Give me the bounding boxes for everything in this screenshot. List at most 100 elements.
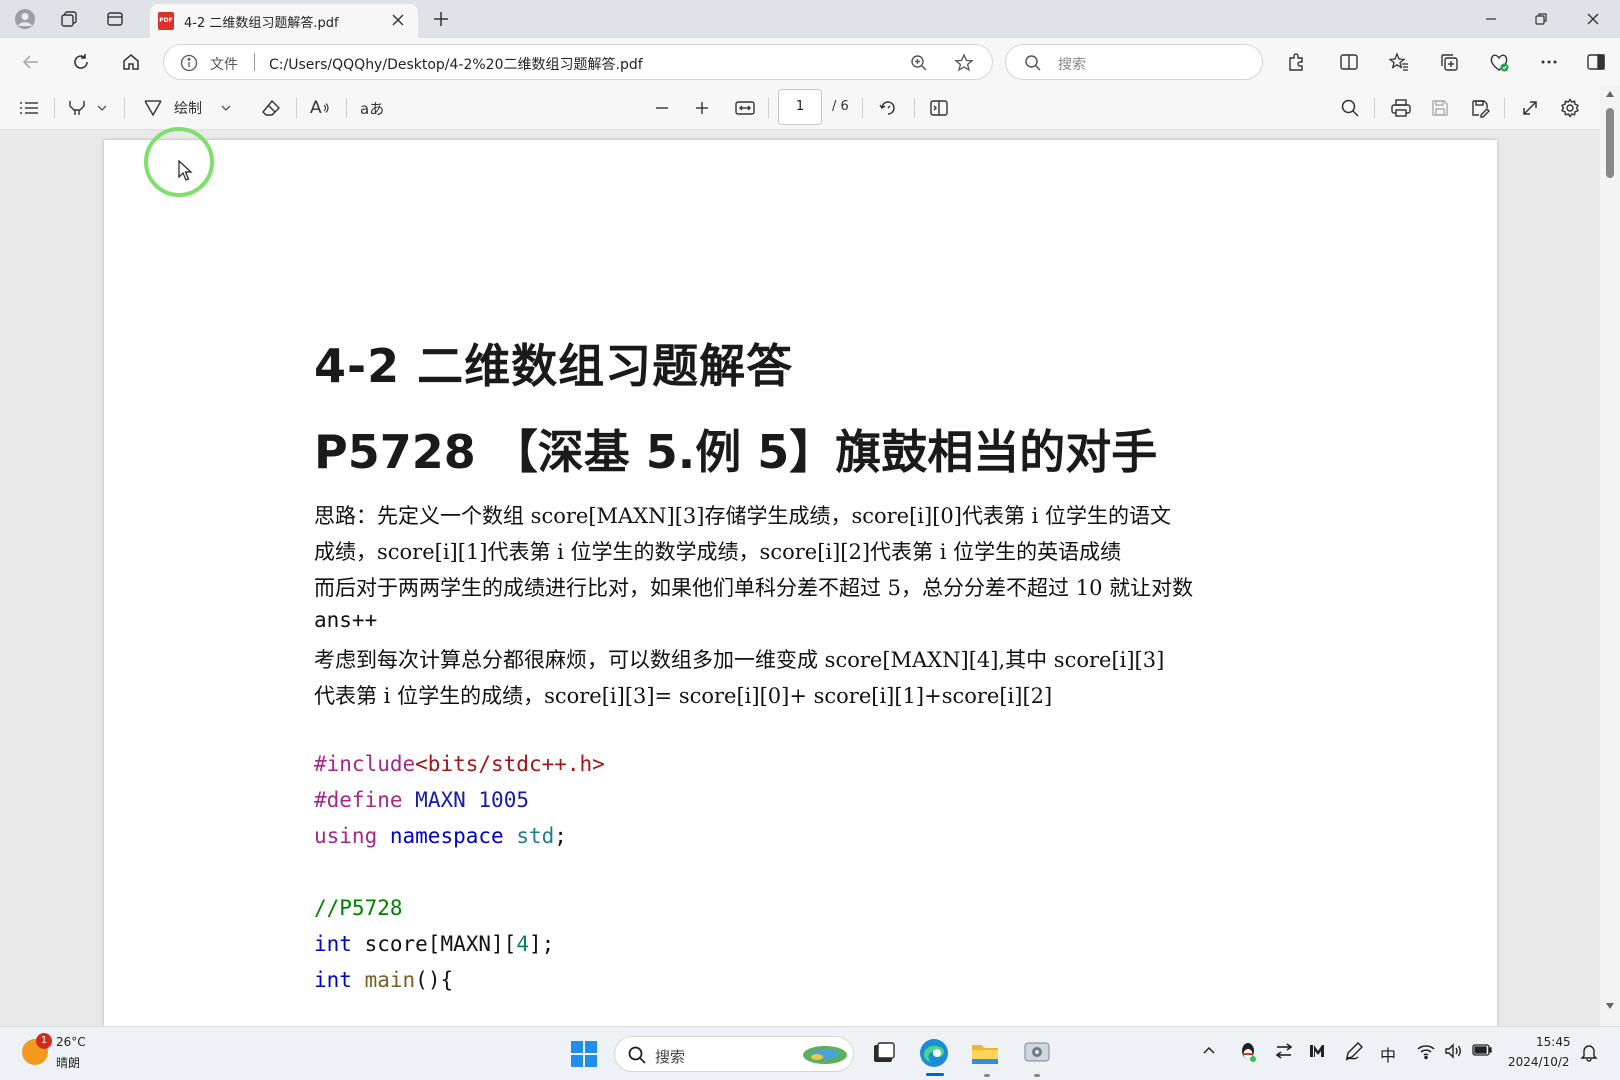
problem-heading: P5728 【深基 5.例 5】旗鼓相当的对手 <box>314 425 1158 479</box>
favorite-star-icon[interactable] <box>954 53 974 73</box>
pen-tray-icon[interactable] <box>1344 1041 1364 1061</box>
code-token: MAXN <box>415 788 466 812</box>
contents-icon[interactable] <box>18 96 40 120</box>
recorder-app-icon[interactable] <box>1022 1039 1052 1067</box>
show-hidden-icons-chevron-icon[interactable] <box>1202 1044 1216 1058</box>
toolbar-divider <box>54 98 55 118</box>
battery-icon[interactable] <box>1472 1043 1492 1057</box>
windows-start-icon[interactable] <box>570 1040 598 1068</box>
tab-title: 4-2 二维数组习题解答.pdf <box>184 16 339 31</box>
back-icon[interactable] <box>18 49 44 75</box>
split-screen-icon[interactable] <box>1336 49 1362 75</box>
page-number-input[interactable]: 1 <box>778 89 822 125</box>
mouse-cursor-icon <box>178 160 194 182</box>
code-line: int main(){ <box>314 968 453 992</box>
qq-tray-icon[interactable] <box>1238 1041 1258 1063</box>
web-search-box[interactable]: 搜索 <box>1005 44 1263 80</box>
close-window-icon[interactable] <box>1580 6 1606 32</box>
tab-actions-icon[interactable] <box>102 6 128 32</box>
task-view-icon[interactable] <box>872 1041 896 1065</box>
code-token: 4 <box>516 932 529 956</box>
zoom-in-icon[interactable] <box>694 96 710 120</box>
document-title: 4-2 二维数组习题解答 <box>314 339 794 393</box>
fullscreen-icon[interactable] <box>1520 96 1540 120</box>
weather-temperature: 26°C <box>56 1035 86 1049</box>
home-icon[interactable] <box>118 49 144 75</box>
notification-bell-icon[interactable] <box>1580 1042 1598 1062</box>
toolbar-divider <box>1374 98 1375 118</box>
highlight-tool[interactable] <box>66 96 108 120</box>
notification-badge: 1 <box>36 1033 52 1049</box>
scroll-down-arrow-icon[interactable] <box>1605 1002 1615 1010</box>
page-view-icon[interactable] <box>928 96 950 120</box>
code-line: using namespace std; <box>314 824 567 848</box>
url-text[interactable]: C:/Users/QQQhy/Desktop/4-2%20二维数组习题解答.pd… <box>269 54 643 74</box>
draw-tool[interactable]: 绘制 <box>142 96 232 120</box>
edge-browser-icon[interactable] <box>918 1037 950 1069</box>
refresh-icon[interactable] <box>68 49 94 75</box>
running-app-indicator <box>1034 1074 1040 1077</box>
url-scheme-label: 文件 <box>210 57 238 73</box>
code-comment: //P5728 <box>314 896 403 920</box>
clock-date[interactable]: 2024/10/2 <box>1508 1055 1570 1069</box>
extensions-icon[interactable] <box>1283 49 1309 75</box>
tab-active-pdf[interactable]: PDF 4-2 二维数组习题解答.pdf <box>150 4 418 38</box>
restore-icon[interactable] <box>1528 6 1554 32</box>
code-token: ]; <box>528 932 555 956</box>
chevron-down-icon <box>97 105 107 111</box>
rotate-icon[interactable] <box>878 96 898 120</box>
profile-icon[interactable] <box>12 6 38 32</box>
paragraph-line: 考虑到每次计算总分都很麻烦，可以数组多加一维变成 score[MAXN][4],… <box>314 648 1165 672</box>
search-icon <box>1024 54 1042 72</box>
volume-icon[interactable] <box>1444 1042 1464 1060</box>
network-adapter-tray-icon[interactable] <box>1274 1041 1294 1061</box>
search-icon <box>627 1045 647 1065</box>
pdf-viewer[interactable]: 4-2 二维数组习题解答 P5728 【深基 5.例 5】旗鼓相当的对手 思路：… <box>0 130 1620 1026</box>
scrollbar-thumb[interactable] <box>1606 108 1614 178</box>
workspaces-icon[interactable] <box>56 6 82 32</box>
translate-button[interactable]: aあ <box>360 96 384 120</box>
close-tab-icon[interactable] <box>388 10 408 30</box>
zoom-icon[interactable] <box>910 54 928 72</box>
zoom-out-icon[interactable] <box>654 96 670 120</box>
paragraph-line: 思路：先定义一个数组 score[MAXN][3]存储学生成绩，score[i]… <box>314 504 1172 528</box>
search-highlight-image-icon <box>801 1043 849 1067</box>
code-token: 1005 <box>478 788 529 812</box>
new-tab-icon[interactable] <box>428 6 454 32</box>
read-aloud-button[interactable]: A <box>310 96 330 120</box>
find-icon[interactable] <box>1340 96 1360 120</box>
taskbar-search-box[interactable]: 搜索 <box>614 1036 854 1072</box>
settings-gear-icon[interactable] <box>1560 96 1580 120</box>
browser-essentials-icon[interactable] <box>1486 49 1512 75</box>
fit-width-icon[interactable] <box>734 96 756 120</box>
code-token: #define <box>314 788 403 812</box>
translate-icon: aあ <box>360 99 385 118</box>
site-info-icon[interactable] <box>180 54 198 72</box>
input-method-indicator[interactable]: 中 <box>1380 1042 1396 1066</box>
pdf-toolbar: 绘制 A aあ 1 / 6 <box>0 86 1620 130</box>
code-token: (){ <box>415 968 454 992</box>
code-token: score[MAXN][ <box>364 932 517 956</box>
more-menu-icon[interactable] <box>1536 49 1562 75</box>
vertical-scrollbar[interactable] <box>1600 86 1620 1026</box>
code-token: <bits/stdc++.h> <box>415 752 605 776</box>
scroll-up-arrow-icon[interactable] <box>1605 90 1615 98</box>
sidebar-toggle-icon[interactable] <box>1583 49 1609 75</box>
draw-icon <box>144 100 162 117</box>
favorites-icon[interactable] <box>1386 49 1412 75</box>
toolbar-divider <box>1504 98 1505 118</box>
pdf-page: 4-2 二维数组习题解答 P5728 【深基 5.例 5】旗鼓相当的对手 思路：… <box>104 140 1497 1026</box>
bandwidth-tray-icon[interactable] <box>1308 1042 1328 1060</box>
save-as-icon[interactable] <box>1470 96 1490 120</box>
file-explorer-icon[interactable] <box>970 1039 1000 1067</box>
wifi-icon[interactable] <box>1416 1042 1436 1060</box>
minimize-icon[interactable] <box>1478 6 1504 32</box>
save-icon[interactable] <box>1430 96 1450 120</box>
collections-icon[interactable] <box>1436 49 1462 75</box>
eraser-icon[interactable] <box>260 96 282 120</box>
print-icon[interactable] <box>1390 96 1412 120</box>
code-token: #include <box>314 752 416 776</box>
address-bar[interactable]: 文件 C:/Users/QQQhy/Desktop/4-2%20二维数组习题解答… <box>163 44 993 80</box>
clock-time[interactable]: 15:45 <box>1536 1035 1571 1049</box>
paragraph-line: ans++ <box>314 608 378 632</box>
